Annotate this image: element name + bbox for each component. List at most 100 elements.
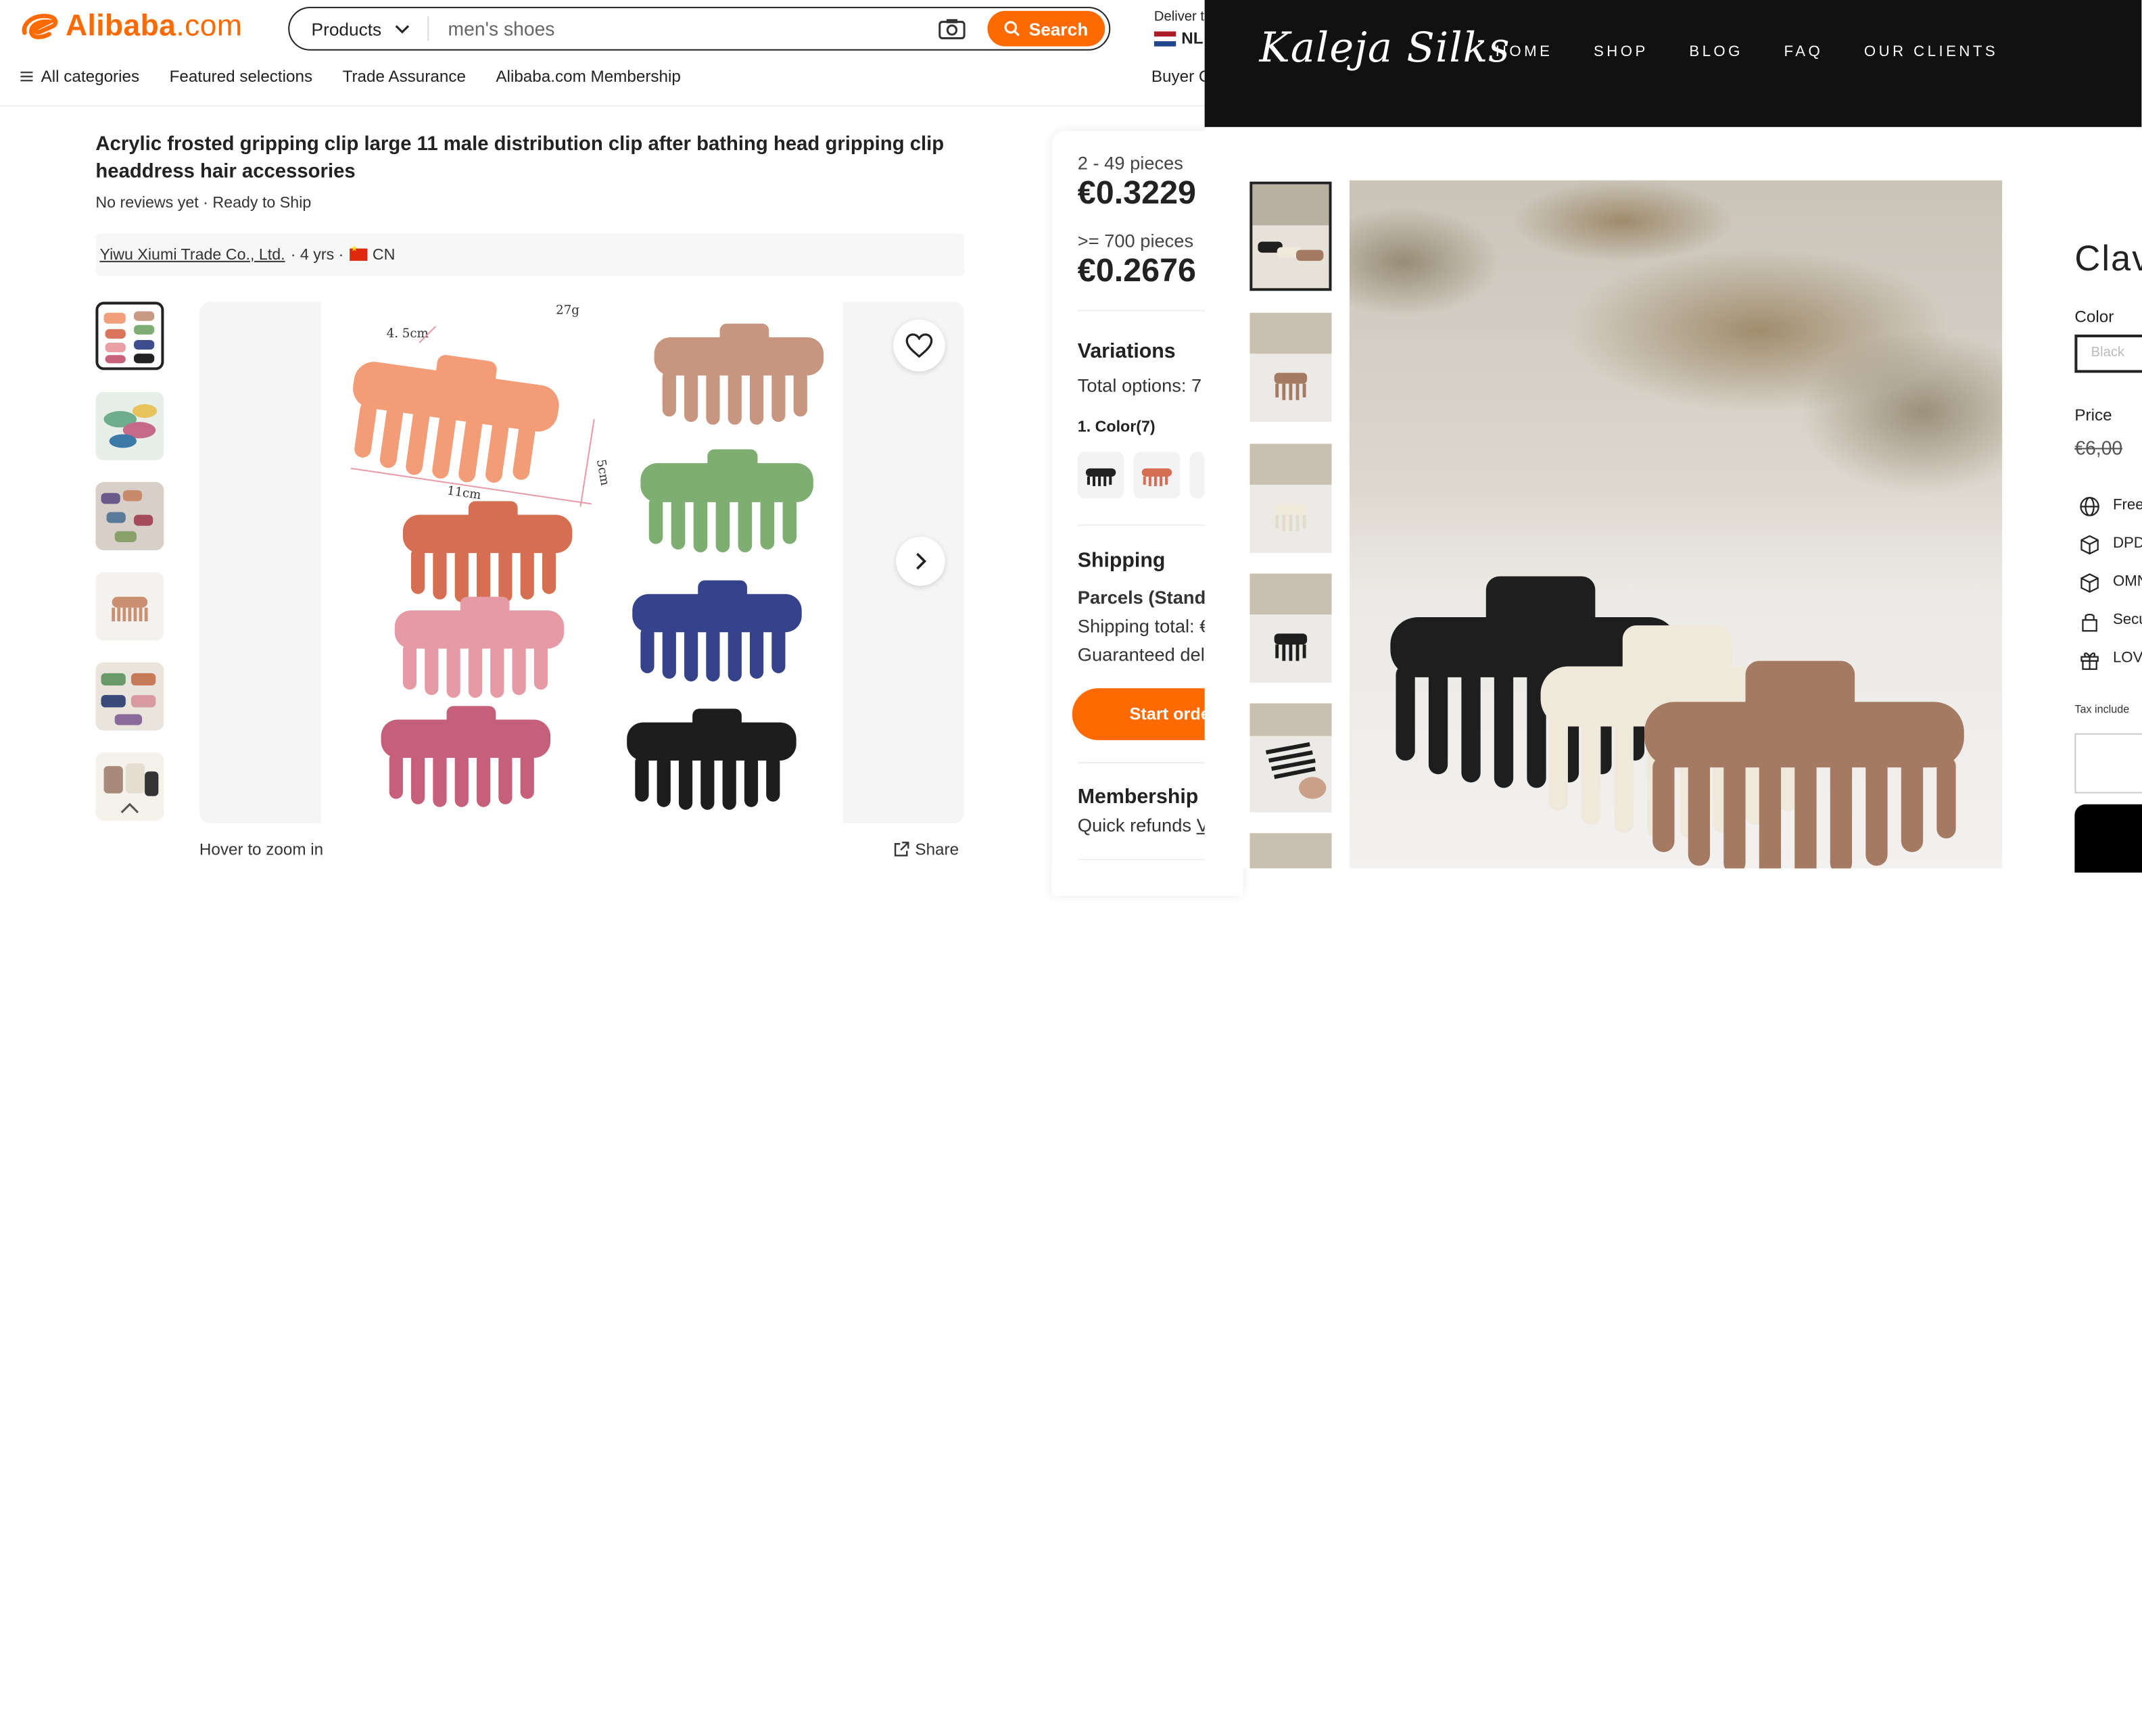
thumbnail-3[interactable] (95, 482, 164, 551)
kaleja-feature-free: Free (2112, 497, 2142, 514)
search-bar: Products Search (288, 7, 1111, 51)
nav-blog[interactable]: BLOG (1689, 44, 1743, 60)
search-button[interactable]: Search (987, 11, 1105, 47)
price-1: €0.3229 (1077, 174, 1197, 212)
variations-total: Total options: 7 (1077, 375, 1202, 396)
share-button[interactable]: Share (893, 840, 959, 859)
thumbnail-1[interactable] (95, 302, 164, 370)
kaleja-feature-love: LOV (2112, 650, 2142, 667)
supplier-country: CN (372, 246, 396, 263)
alibaba-logo[interactable]: Alibaba.com (19, 8, 242, 44)
quick-refunds-text: Quick refunds (1077, 815, 1192, 836)
start-order-label: Start orde (1129, 704, 1210, 724)
nav-featured-selections[interactable]: Featured selections (170, 67, 313, 86)
lock-icon (2082, 613, 2097, 632)
hair-clips-image: 27g 4. 5cm 11cm 5cm (341, 304, 824, 810)
guaranteed-delivery: Guaranteed deli (1077, 644, 1209, 665)
kaleja-thumbnail-3[interactable] (1250, 443, 1332, 554)
weight-label: 27g (556, 304, 579, 318)
nav-trade-assurance[interactable]: Trade Assurance (343, 67, 466, 86)
kaleja-thumbnail-6[interactable] (1250, 833, 1332, 869)
heart-icon (905, 333, 933, 358)
netherlands-flag-icon (1153, 30, 1176, 46)
kaleja-main-image[interactable] (1349, 180, 2003, 869)
search-input[interactable] (429, 18, 938, 40)
kaleja-color-select[interactable]: Black (2074, 334, 2142, 373)
nav-our-clients[interactable]: OUR CLIENTS (1864, 44, 1998, 60)
deliver-country: NL (1181, 28, 1204, 48)
next-image-button[interactable] (896, 536, 945, 586)
supplier-link[interactable]: Yiwu Xiumi Trade Co., Ltd. (99, 247, 285, 263)
nav-faq[interactable]: FAQ (1784, 44, 1823, 60)
kaleja-feature-omniva: OMN (2112, 573, 2142, 590)
favorite-button[interactable] (893, 319, 945, 372)
nav-shop[interactable]: SHOP (1594, 44, 1648, 60)
kaleja-quantity-input[interactable] (2074, 733, 2142, 794)
product-subline: No reviews yet · Ready to Ship (95, 195, 312, 212)
camera-search-icon[interactable] (938, 18, 966, 40)
all-categories-menu[interactable]: All categories (20, 67, 139, 86)
deliver-label: Deliver t (1153, 9, 1205, 25)
price-tier-1: 2 - 49 pieces (1077, 153, 1183, 174)
package-icon (2080, 573, 2099, 593)
deliver-to[interactable]: Deliver t NL (1153, 9, 1205, 48)
chevron-right-icon (915, 552, 926, 570)
supplier-bar: Yiwu Xiumi Trade Co., Ltd. · 4 yrs · CN (95, 233, 965, 276)
kaleja-add-to-cart-button[interactable] (2074, 804, 2142, 873)
kaleja-color-label: Color (2074, 307, 2114, 327)
logo-text: Alibaba (65, 8, 176, 43)
share-icon (894, 842, 909, 857)
thumbnail-5[interactable] (95, 662, 164, 731)
secondary-nav: All categories Featured selections Trade… (20, 67, 681, 86)
globe-icon (2080, 497, 2099, 516)
product-category-dropdown[interactable]: Products (289, 16, 429, 41)
hover-zoom-hint: Hover to zoom in (199, 840, 324, 859)
panel-divider (1077, 524, 1214, 526)
package-icon (2080, 535, 2099, 555)
menu-icon (20, 71, 33, 82)
kaleja-feature-dpd: DPD (2112, 535, 2142, 552)
thumbnail-6[interactable] (95, 752, 164, 821)
main-product-image[interactable]: 27g 4. 5cm 11cm 5cm (199, 302, 965, 824)
gift-icon (2080, 652, 2099, 670)
color-swatch-partial[interactable] (1189, 452, 1205, 499)
china-flag-icon (349, 245, 367, 261)
kaleja-thumbnail-2[interactable] (1250, 312, 1332, 423)
thumbnail-strip (95, 302, 164, 842)
color-option-label: 1. Color(7) (1077, 419, 1156, 436)
shipping-method: Parcels (Standa (1077, 587, 1216, 608)
kaleja-nav: HOME SHOP BLOG FAQ OUR CLIENTS (1496, 44, 1998, 60)
kaleja-logo[interactable]: Kaleja Silks (1259, 24, 1510, 72)
thumbnail-2[interactable] (95, 391, 164, 460)
kaleja-price-value: €6,00 (2074, 437, 2123, 459)
shipping-total: Shipping total: € (1077, 616, 1210, 637)
color-swatch-orange[interactable] (1133, 452, 1181, 499)
chevron-down-icon (396, 24, 410, 33)
kaleja-thumbnail-5[interactable] (1250, 703, 1332, 813)
kaleja-thumbnail-1[interactable] (1250, 181, 1332, 291)
price-tier-2: >= 700 pieces (1077, 231, 1194, 251)
kaleja-feature-secure: Secu (2112, 611, 2142, 629)
search-icon (1005, 21, 1020, 37)
panel-divider (1077, 310, 1214, 312)
supplier-years: · 4 yrs · (290, 246, 344, 263)
nav-membership[interactable]: Alibaba.com Membership (496, 67, 681, 86)
nav-home[interactable]: HOME (1496, 44, 1552, 60)
kaleja-thumbnail-4[interactable] (1250, 573, 1332, 683)
kaleja-window: Kaleja Silks HOME SHOP BLOG FAQ OUR CLIE… (1204, 0, 2142, 873)
price-2: €0.2676 (1077, 252, 1197, 290)
share-label: Share (915, 840, 959, 859)
search-button-label: Search (1028, 18, 1089, 39)
header-divider (0, 105, 1205, 107)
panel-divider (1077, 859, 1214, 861)
color-swatch-black[interactable] (1077, 452, 1124, 499)
quick-refunds: Quick refunds V (1078, 815, 1209, 836)
nav-buyer-central[interactable]: Buyer C (1151, 67, 1211, 86)
kaleja-color-value: Black (2091, 345, 2125, 361)
alibaba-logo-icon (22, 14, 58, 40)
kaleja-tax-note: Tax include (2074, 703, 2130, 716)
height-label: 5cm (594, 458, 612, 487)
variations-title: Variations (1077, 339, 1176, 364)
thumbnail-4[interactable] (95, 572, 164, 641)
kaleja-header: Kaleja Silks HOME SHOP BLOG FAQ OUR CLIE… (1204, 0, 2142, 127)
